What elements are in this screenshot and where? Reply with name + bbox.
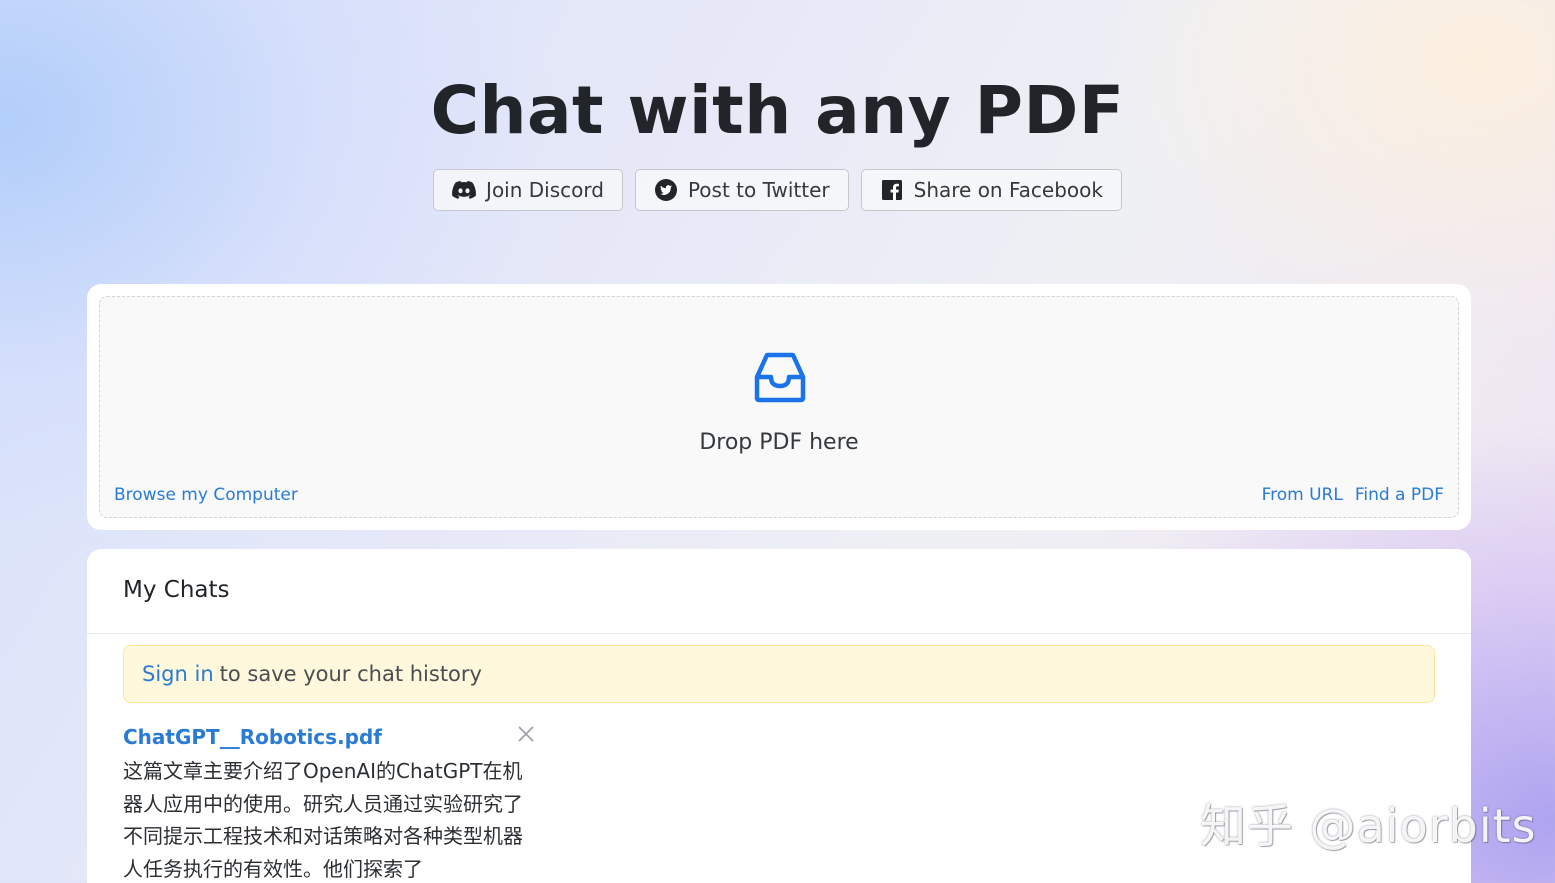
find-a-pdf-link[interactable]: Find a PDF	[1355, 485, 1444, 505]
join-discord-label: Join Discord	[486, 178, 604, 202]
upload-source-links: From URL Find a PDF	[1262, 485, 1444, 505]
from-url-link[interactable]: From URL	[1262, 485, 1343, 505]
share-on-facebook-label: Share on Facebook	[913, 178, 1103, 202]
sign-in-notice: Sign in to save your chat history	[123, 645, 1435, 703]
chat-item: ChatGPT__Robotics.pdf 这篇文章主要介绍了OpenAI的Ch…	[123, 725, 534, 883]
post-to-twitter-label: Post to Twitter	[687, 178, 830, 202]
pdf-dropzone[interactable]: Drop PDF here Browse my Computer From UR…	[99, 296, 1459, 518]
sign-in-notice-text: to save your chat history	[219, 662, 482, 686]
drop-pdf-text: Drop PDF here	[699, 430, 859, 455]
discord-icon	[452, 178, 476, 202]
post-to-twitter-button[interactable]: Post to Twitter	[634, 169, 849, 211]
close-icon[interactable]	[515, 723, 537, 745]
chat-summary: 这篇文章主要介绍了OpenAI的ChatGPT在机器人应用中的使用。研究人员通过…	[123, 759, 523, 881]
social-buttons: Join Discord Post to Twitter Share on Fa…	[0, 169, 1555, 211]
browse-computer-link[interactable]: Browse my Computer	[114, 485, 298, 505]
join-discord-button[interactable]: Join Discord	[433, 169, 623, 211]
share-on-facebook-button[interactable]: Share on Facebook	[860, 169, 1122, 211]
my-chats-title: My Chats	[123, 577, 230, 603]
watermark: 知乎 @aiorbits	[1200, 799, 1537, 853]
twitter-icon	[654, 178, 678, 202]
page-title: Chat with any PDF	[430, 72, 1125, 149]
facebook-icon	[880, 178, 904, 202]
divider	[87, 633, 1471, 634]
sign-in-link[interactable]: Sign in	[142, 662, 214, 686]
inbox-icon	[752, 349, 808, 405]
chat-file-link[interactable]: ChatGPT__Robotics.pdf	[123, 725, 533, 749]
upload-card: Drop PDF here Browse my Computer From UR…	[87, 284, 1471, 530]
